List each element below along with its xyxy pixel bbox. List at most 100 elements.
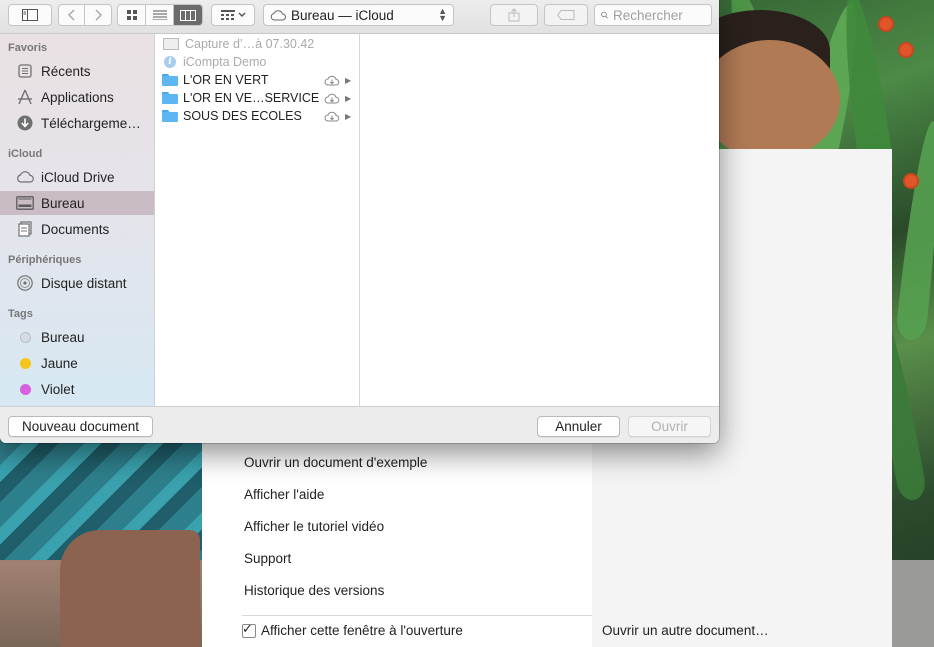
image-file-icon — [163, 38, 179, 50]
show-on-open-checkbox[interactable]: ✓ — [242, 621, 256, 638]
sidebar-item-bureau[interactable]: Bureau — [0, 191, 154, 215]
disclosure-arrow-icon: ▶ — [345, 111, 352, 121]
documents-icon — [16, 220, 34, 238]
sidebar-item-label: Jaune — [41, 355, 78, 371]
tag-dot-purple-icon — [16, 380, 34, 398]
back-button[interactable] — [59, 5, 85, 25]
show-video-tutorial-link[interactable]: Afficher le tutoriel vidéo — [244, 509, 427, 541]
folder-icon — [162, 74, 178, 86]
open-other-document-link[interactable]: Ouvrir un autre document… — [602, 623, 769, 638]
view-mode-segment — [117, 4, 203, 26]
open-file-dialog: Bureau — iCloud ▲▼ Favoris Récents Appli… — [0, 0, 719, 443]
file-name: iCompta Demo — [183, 55, 267, 69]
version-history-link[interactable]: Historique des versions — [244, 573, 427, 605]
sidebar-section-favoris: Favoris — [8, 42, 48, 54]
tag-button[interactable] — [544, 4, 588, 26]
sidebar-item-label: Disque distant — [41, 275, 127, 291]
icon-view-icon — [126, 10, 137, 20]
icloud-download-icon[interactable] — [324, 111, 340, 122]
cloud-icon — [16, 168, 34, 186]
file-row-sous-des-ecoles[interactable]: SOUS DES ECOLES ▶ — [155, 107, 359, 125]
sidebar-item-label: Récents — [41, 63, 91, 79]
background-person-left — [0, 440, 205, 647]
show-on-open-option[interactable]: ✓ Afficher cette fenêtre à l'ouverture — [242, 621, 463, 638]
file-column-1: Capture d’…à 07.30.42 i iCompta Demo L'O… — [155, 34, 360, 406]
desktop-icon — [16, 194, 34, 212]
sidebar-tag-bureau[interactable]: Bureau — [0, 325, 154, 349]
sidebar-item-recents[interactable]: Récents — [0, 59, 154, 83]
sidebar-item-label: Applications — [41, 89, 114, 105]
file-row-icompta-demo[interactable]: i iCompta Demo — [155, 53, 359, 71]
forward-icon — [95, 9, 102, 21]
show-on-open-label: Afficher cette fenêtre à l'ouverture — [261, 623, 463, 638]
sidebar-item-label: Documents — [41, 221, 110, 237]
navigation-buttons — [58, 4, 112, 26]
file-row-or-en-ve-services[interactable]: L'OR EN VE…SERVICES ▶ — [155, 89, 359, 107]
disclosure-arrow-icon: ▶ — [345, 75, 352, 85]
sidebar-item-label: iCloud Drive — [41, 169, 115, 185]
search-input[interactable] — [613, 7, 705, 23]
chevron-down-icon — [238, 12, 245, 17]
back-icon — [67, 9, 75, 21]
tag-dot-gray-icon — [16, 328, 34, 346]
info-file-icon: i — [164, 56, 176, 68]
icon-view-button[interactable] — [118, 5, 146, 25]
file-name: SOUS DES ECOLES — [183, 109, 302, 123]
open-button[interactable]: Ouvrir — [628, 416, 711, 437]
open-sample-document-link[interactable]: Ouvrir un document d'exemple — [244, 445, 427, 477]
sidebar-item-label: Bureau — [41, 329, 85, 345]
updown-arrows-icon: ▲ ▼ — [438, 6, 447, 23]
forward-button[interactable] — [85, 5, 111, 25]
sidebar-item-label: Téléchargeme… — [41, 115, 141, 131]
sidebar: Favoris Récents Applications Téléchargem… — [0, 34, 155, 406]
sidebar-item-documents[interactable]: Documents — [0, 217, 154, 241]
sidebar-toggle-button[interactable] — [8, 4, 52, 26]
list-view-icon — [152, 10, 167, 20]
cloud-icon — [270, 9, 286, 20]
file-row-or-en-vert[interactable]: L'OR EN VERT ▶ — [155, 71, 359, 89]
file-row-capture[interactable]: Capture d’…à 07.30.42 — [155, 35, 359, 53]
cancel-button[interactable]: Annuler — [537, 416, 620, 437]
sidebar-section-tags: Tags — [8, 308, 33, 320]
applications-icon — [16, 88, 34, 106]
group-by-button[interactable] — [211, 4, 255, 26]
file-name: Capture d’…à 07.30.42 — [185, 37, 315, 51]
location-popup[interactable]: Bureau — iCloud ▲ ▼ — [263, 4, 454, 26]
sidebar-toggle-icon — [22, 9, 38, 21]
folder-icon — [162, 110, 178, 122]
icloud-download-icon[interactable] — [324, 75, 340, 86]
column-view-icon — [180, 9, 196, 21]
sidebar-item-disque-distant[interactable]: Disque distant — [0, 271, 154, 295]
sidebar-item-downloads[interactable]: Téléchargeme… — [0, 111, 154, 135]
checkmark-icon: ✓ — [242, 621, 253, 637]
dialog-toolbar: Bureau — iCloud ▲ ▼ — [0, 0, 719, 34]
show-help-link[interactable]: Afficher l'aide — [244, 477, 427, 509]
downloads-icon — [16, 114, 34, 132]
share-button[interactable] — [490, 4, 538, 26]
file-name: L'OR EN VERT — [183, 73, 269, 87]
sidebar-item-label: Violet — [41, 381, 75, 397]
sidebar-section-icloud: iCloud — [8, 148, 43, 160]
list-view-button[interactable] — [146, 5, 174, 25]
sidebar-section-peripheriques: Périphériques — [8, 254, 82, 266]
file-name: L'OR EN VE…SERVICES — [183, 91, 319, 105]
tag-dot-yellow-icon — [16, 354, 34, 372]
support-link[interactable]: Support — [244, 541, 427, 573]
search-field[interactable] — [594, 4, 712, 26]
background-person-face — [700, 40, 840, 160]
file-column-2 — [360, 34, 719, 406]
sidebar-item-icloud-drive[interactable]: iCloud Drive — [0, 165, 154, 189]
search-icon — [601, 11, 608, 19]
sidebar-tag-violet[interactable]: Violet — [0, 377, 154, 401]
welcome-divider — [242, 615, 592, 616]
new-document-button[interactable]: Nouveau document — [8, 416, 153, 437]
icloud-download-icon[interactable] — [324, 93, 340, 104]
folder-icon — [162, 92, 178, 104]
sidebar-tag-jaune[interactable]: Jaune — [0, 351, 154, 375]
location-label: Bureau — iCloud — [291, 7, 394, 23]
sidebar-item-applications[interactable]: Applications — [0, 85, 154, 109]
disclosure-arrow-icon: ▶ — [345, 93, 352, 103]
disc-icon — [16, 274, 34, 292]
group-icon — [220, 10, 235, 20]
column-view-button[interactable] — [174, 5, 202, 25]
